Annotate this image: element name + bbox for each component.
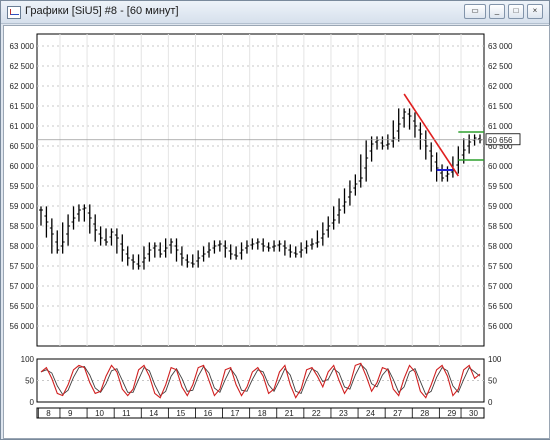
window-title: Графики [SiU5] #8 - [60 минут] [25, 5, 179, 17]
price-axis-tick-left: 60 000 [10, 162, 35, 171]
stoch-axis-tick-left: 50 [25, 377, 34, 386]
date-tick-label: 21 [285, 409, 294, 418]
date-tick-label: 8 [46, 409, 51, 418]
date-tick-label: 16 [203, 409, 212, 418]
price-axis-tick-left: 57 000 [10, 282, 35, 291]
price-axis-tick-left: 62 000 [10, 82, 35, 91]
date-tick-label: 30 [469, 409, 478, 418]
price-axis-tick-left: 57 500 [10, 262, 35, 271]
price-axis-tick-left: 59 500 [10, 182, 35, 191]
date-tick-label: 23 [339, 409, 348, 418]
price-axis-tick-right: 57 000 [488, 282, 513, 291]
date-tick-label: 28 [420, 409, 429, 418]
price-axis-tick-right: 58 000 [488, 242, 513, 251]
date-tick-label: 18 [258, 409, 267, 418]
price-axis-tick-right: 56 000 [488, 322, 513, 331]
stoch-axis-tick-left: 100 [21, 355, 35, 364]
stoch-axis-tick-right: 0 [488, 398, 493, 407]
date-tick-label: 9 [68, 409, 73, 418]
price-axis-tick-right: 61 000 [488, 122, 513, 131]
price-axis-tick-left: 58 000 [10, 242, 35, 251]
price-axis-tick-left: 56 500 [10, 302, 35, 311]
price-axis-tick-right: 63 000 [488, 42, 513, 51]
stoch-axis-tick-right: 50 [488, 377, 497, 386]
price-axis-tick-right: 62 500 [488, 62, 513, 71]
chart-window: Графики [SiU5] #8 - [60 минут] ▭ _ □ × 6… [0, 0, 550, 440]
date-tick-label: 11 [122, 409, 131, 418]
date-tick-label: 10 [95, 409, 104, 418]
chart-window-icon [7, 6, 21, 19]
price-axis-tick-right: 57 500 [488, 262, 513, 271]
price-axis-tick-right: 59 000 [488, 202, 513, 211]
close-button[interactable]: × [527, 4, 543, 19]
price-pane[interactable] [36, 33, 485, 347]
date-tick-label: 15 [176, 409, 185, 418]
price-axis-tick-left: 61 500 [10, 102, 35, 111]
price-axis-tick-right: 59 500 [488, 182, 513, 191]
price-axis-tick-left: 63 000 [10, 42, 35, 51]
price-axis-tick-right: 60 000 [488, 162, 513, 171]
date-tick-label: 29 [447, 409, 456, 418]
chart-svg[interactable]: 63 000 63 000 62 500 62 500 62 000 62 000 61 5… [4, 26, 549, 438]
price-axis-tick-right: 56 500 [488, 302, 513, 311]
price-axis-tick-left: 56 000 [10, 322, 35, 331]
last-price-label: 60 656 [488, 136, 513, 145]
collapse-button[interactable]: ▭ [464, 4, 486, 19]
stoch-axis-tick-left: 0 [30, 398, 35, 407]
price-axis-tick-left: 61 000 [10, 122, 35, 131]
date-tick-label: 22 [312, 409, 321, 418]
chart-area[interactable]: 63 000 63 000 62 500 62 500 62 000 62 000 61 5… [3, 25, 550, 439]
date-tick-label: 24 [366, 409, 375, 418]
price-axis-tick-right: 61 500 [488, 102, 513, 111]
stoch-axis-tick-right: 100 [488, 355, 502, 364]
title-bar[interactable]: Графики [SiU5] #8 - [60 минут] ▭ _ □ × [1, 1, 549, 24]
price-axis-tick-left: 59 000 [10, 202, 35, 211]
price-axis-tick-left: 62 500 [10, 62, 35, 71]
maximize-button[interactable]: □ [508, 4, 524, 19]
date-tick-label: 17 [231, 409, 240, 418]
price-axis-tick-left: 58 500 [10, 222, 35, 231]
price-axis-tick-right: 62 000 [488, 82, 513, 91]
date-tick-label: 27 [393, 409, 402, 418]
price-axis-tick-left: 60 500 [10, 142, 35, 151]
date-tick-label: 14 [149, 409, 158, 418]
minimize-button[interactable]: _ [489, 4, 505, 19]
price-axis-tick-right: 58 500 [488, 222, 513, 231]
